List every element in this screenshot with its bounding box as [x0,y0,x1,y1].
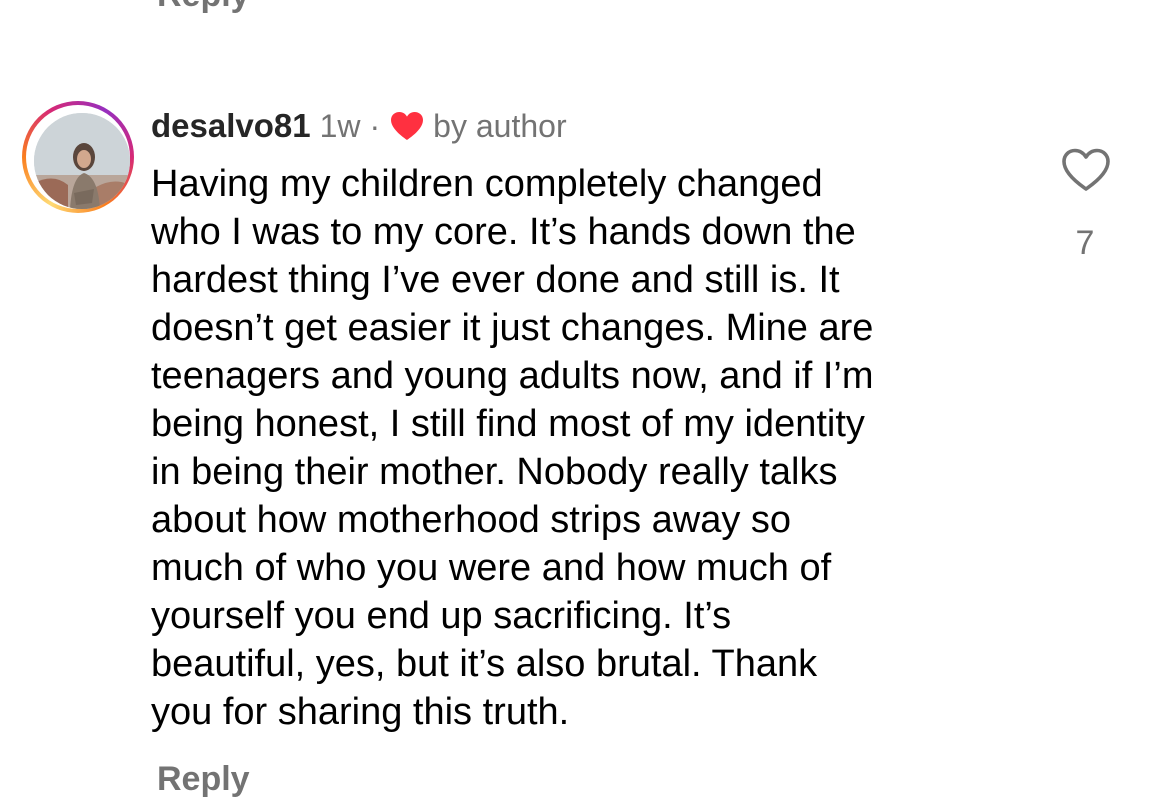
separator-dot: · [369,107,381,144]
comment-text-line: about how motherhood strips away so [151,499,792,541]
username-link[interactable]: desalvo81 [151,107,311,145]
avatar-photo [34,113,130,209]
comment-text-line: you for sharing this truth. [151,691,570,733]
avatar-story-ring[interactable] [22,101,134,213]
like-button[interactable] [1061,147,1111,193]
comment-text-line: doesn’t get easier it just changes. Mine… [151,307,874,349]
comment-text-line: much of who you were and how much of [151,547,832,589]
heart-outline-icon [1062,148,1110,191]
avatar-ring-gap [26,105,130,209]
liked-by-author-label: by author [433,107,567,144]
comment: desalvo81 1w · by author Having my child… [0,0,1170,804]
comment-text-line: yourself you end up sacrificing. It’s [151,595,732,637]
author-heart-icon [389,110,425,142]
avatar [34,113,130,209]
comment-text-line: who I was to my core. It’s hands down th… [151,211,856,253]
comment-header: desalvo81 1w · by author [151,104,567,148]
comment-text-line: in being their mother. Nobody really tal… [151,451,838,493]
reply-button[interactable]: Reply [157,760,250,799]
comment-text-line: beautiful, yes, but it’s also brutal. Th… [151,643,818,685]
comment-text: Having my children completely changed wh… [151,160,1031,736]
comment-timestamp: 1w [319,107,361,144]
comment-text-line: Having my children completely changed [151,163,823,205]
comment-text-line: hardest thing I’ve ever done and still i… [151,259,840,301]
comment-text-line: teenagers and young adults now, and if I… [151,355,874,397]
comment-text-line: being honest, I still find most of my id… [151,403,865,445]
like-count: 7 [1075,224,1095,262]
